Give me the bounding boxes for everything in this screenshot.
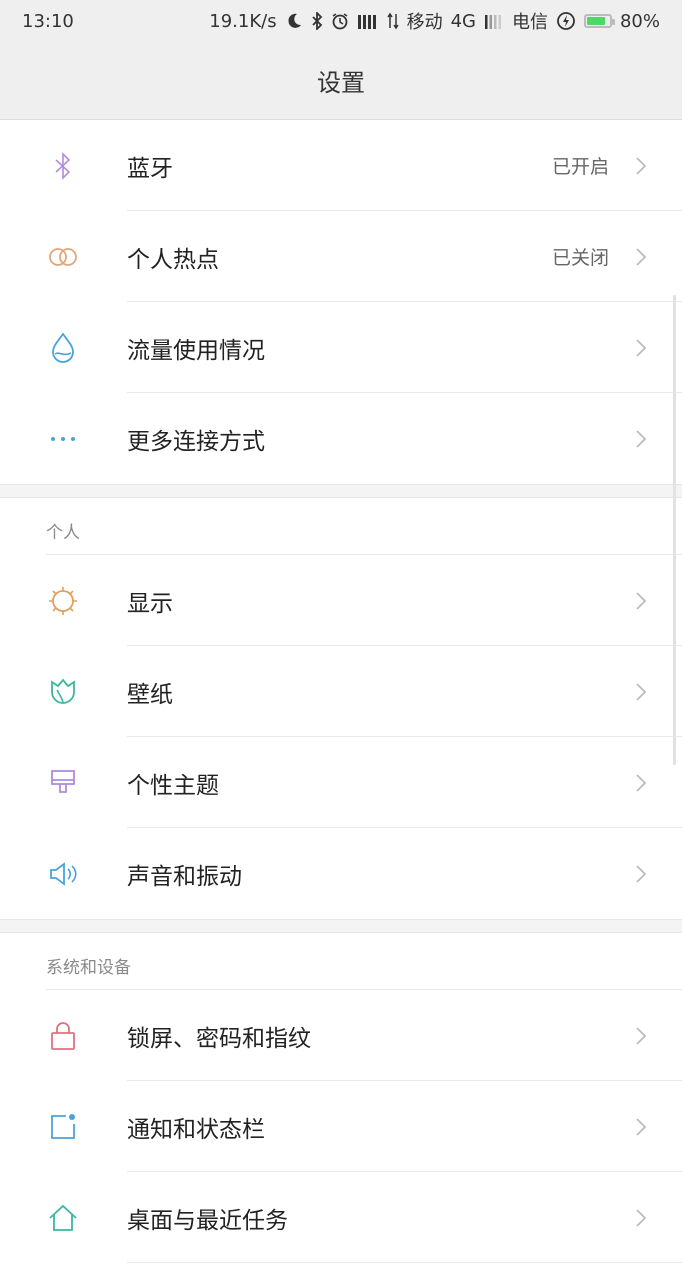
settings-item-value: 已开启 xyxy=(551,156,609,178)
data-usage-icon xyxy=(46,331,80,365)
settings-item-label: 显示 xyxy=(127,590,173,617)
settings-item-label: 蓝牙 xyxy=(127,155,173,182)
settings-item-sound[interactable]: 声音和振动 xyxy=(0,828,682,919)
settings-item-display[interactable]: 显示 xyxy=(0,555,682,646)
chevron-right-icon xyxy=(636,682,647,701)
brightness-icon xyxy=(46,584,80,618)
section-header-personal: 个人 xyxy=(0,498,682,555)
settings-list: 蓝牙 已开启 个人热点 已关闭 流量使用情况 更多连接方式 个人 显示 壁纸 个… xyxy=(0,120,682,1263)
chevron-right-icon xyxy=(636,864,647,883)
section-title: 系统和设备 xyxy=(46,958,131,978)
battery-icon xyxy=(583,14,615,28)
settings-item-more-connections[interactable]: 更多连接方式 xyxy=(0,393,682,484)
speaker-icon xyxy=(46,857,80,891)
chevron-right-icon xyxy=(636,247,647,266)
carrier-telecom: 电信 xyxy=(511,12,548,33)
settings-item-label: 个人热点 xyxy=(127,246,219,273)
wallpaper-icon xyxy=(46,675,80,709)
theme-icon xyxy=(46,766,80,800)
settings-item-desktop[interactable]: 桌面与最近任务 xyxy=(0,1172,682,1263)
settings-item-label: 壁纸 xyxy=(127,681,173,708)
title-bar: 设置 xyxy=(0,42,682,120)
battery-percent: 80% xyxy=(619,10,660,32)
signal-weak-icon xyxy=(484,11,504,31)
section-gap xyxy=(0,919,682,933)
chevron-right-icon xyxy=(636,338,647,357)
bluetooth-icon xyxy=(311,11,323,31)
settings-item-wallpaper[interactable]: 壁纸 xyxy=(0,646,682,737)
more-icon xyxy=(46,422,80,456)
bluetooth-icon xyxy=(46,149,80,183)
chevron-right-icon xyxy=(636,156,647,175)
settings-item-label: 更多连接方式 xyxy=(127,428,265,455)
settings-item-label: 流量使用情况 xyxy=(127,337,265,364)
alarm-icon xyxy=(331,11,349,31)
carrier-mobile: 移动 xyxy=(406,12,443,33)
settings-item-data-usage[interactable]: 流量使用情况 xyxy=(0,302,682,393)
chevron-right-icon xyxy=(636,1208,647,1227)
settings-item-bluetooth[interactable]: 蓝牙 已开启 xyxy=(0,120,682,211)
section-header-system: 系统和设备 xyxy=(0,933,682,990)
section-title: 个人 xyxy=(46,523,80,543)
hotspot-icon xyxy=(46,240,80,274)
signal-icon xyxy=(357,11,379,31)
chevron-right-icon xyxy=(636,429,647,448)
data-arrows-icon xyxy=(386,11,399,31)
settings-item-label: 声音和振动 xyxy=(127,863,242,890)
charging-icon xyxy=(556,11,576,31)
notification-icon xyxy=(46,1110,80,1144)
scrollbar[interactable] xyxy=(673,295,676,765)
page-title: 设置 xyxy=(317,69,365,97)
section-gap xyxy=(0,484,682,498)
settings-item-hotspot[interactable]: 个人热点 已关闭 xyxy=(0,211,682,302)
status-time: 13:10 xyxy=(22,10,74,32)
chevron-right-icon xyxy=(636,591,647,610)
settings-item-label: 通知和状态栏 xyxy=(127,1116,265,1143)
chevron-right-icon xyxy=(636,1117,647,1136)
settings-item-value: 已关闭 xyxy=(551,247,609,269)
status-bar: 13:10 19.1K/s 移动 4G 电信 80% xyxy=(0,0,682,42)
home-icon xyxy=(46,1201,80,1235)
settings-item-lockscreen[interactable]: 锁屏、密码和指纹 xyxy=(0,990,682,1081)
settings-item-theme[interactable]: 个性主题 xyxy=(0,737,682,828)
settings-item-label: 桌面与最近任务 xyxy=(127,1207,288,1234)
moon-icon xyxy=(285,11,303,31)
network-speed: 19.1K/s xyxy=(209,10,277,32)
settings-item-notifications[interactable]: 通知和状态栏 xyxy=(0,1081,682,1172)
network-type: 4G xyxy=(450,10,476,32)
lock-icon xyxy=(46,1019,80,1053)
chevron-right-icon xyxy=(636,1026,647,1045)
settings-item-label: 个性主题 xyxy=(127,772,219,799)
status-right: 19.1K/s 移动 4G 电信 80% xyxy=(209,8,660,34)
chevron-right-icon xyxy=(636,773,647,792)
settings-item-label: 锁屏、密码和指纹 xyxy=(127,1025,311,1052)
